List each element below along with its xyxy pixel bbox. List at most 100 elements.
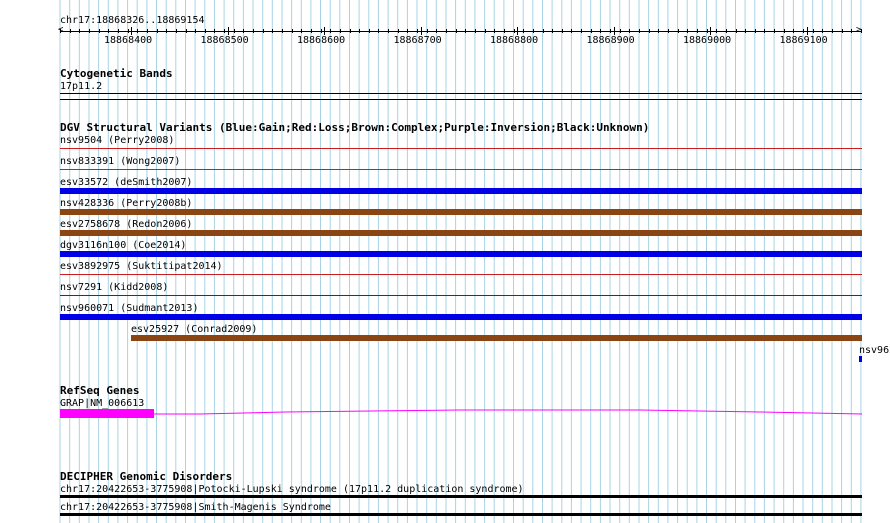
dgv-feature-label[interactable]: esv25927 (Conrad2009) [131,324,257,335]
ruler-position: chr17:18868326..18869154 [60,15,205,26]
dgv-feature-complex[interactable] [131,335,862,341]
ruler-minor-tick [523,29,525,33]
dgv-feature-gain[interactable] [60,314,862,320]
dgv-feature-label[interactable]: nsv960071 (Sudmant2013) [60,303,198,314]
ruler-minor-tick [214,29,216,33]
ruler-minor-tick [513,29,515,33]
ruler-minor-tick [822,29,824,33]
decipher-feature-label[interactable]: chr17:20422653-3775908|Potocki-Lupski sy… [60,484,524,495]
ruler-minor-tick [783,29,785,33]
dgv-feature-loss[interactable] [60,148,862,149]
refseq-intron-line[interactable] [154,409,862,415]
ruler-minor-tick [204,29,206,33]
ruler-minor-tick [745,29,747,33]
decipher-track-title[interactable]: DECIPHER Genomic Disorders [60,471,232,483]
ruler-minor-tick [648,29,650,33]
ruler-minor-tick [639,29,640,33]
ruler-minor-tick [503,29,505,33]
ruler-major-tick [131,27,132,35]
ruler-minor-tick [812,29,814,33]
decipher-feature-label[interactable]: chr17:20422653-3775908|Smith-Magenis Syn… [60,502,331,513]
ruler-major-tick [420,27,422,35]
ruler-minor-tick [417,29,418,33]
ruler-minor-tick [735,29,737,33]
dgv-edge-feature-gain[interactable] [859,356,862,362]
dgv-feature-inversion[interactable] [60,295,862,296]
ruler-minor-tick [803,29,804,33]
ruler-minor-tick [378,29,380,33]
ruler-minor-tick [195,29,197,33]
dgv-feature-gain[interactable] [60,251,862,257]
ruler-minor-tick [98,29,100,33]
ruler-minor-tick [224,29,226,33]
ruler-tick-label: 18868700 [393,35,442,46]
ruler-minor-tick [561,29,563,33]
ruler-minor-tick [301,29,303,33]
ruler-minor-tick [725,29,727,33]
ruler-minor-tick [89,29,90,33]
dgv-feature-label[interactable]: nsv9504 (Perry2008) [60,135,174,146]
cytobands-track-title[interactable]: Cytogenetic Bands [60,68,173,80]
ruler-tick-label: 18868800 [490,35,539,46]
dgv-feature-loss[interactable] [60,169,862,170]
ruler-minor-tick [349,29,351,33]
decipher-feature-bar[interactable] [60,495,862,498]
ruler-minor-tick [330,29,332,33]
dgv-feature-complex[interactable] [60,209,862,215]
ruler-minor-tick [832,29,833,33]
ruler-minor-tick [117,29,119,33]
ruler-minor-tick [851,29,853,33]
refseq-exon[interactable] [60,409,154,418]
ruler-minor-tick [484,29,486,33]
ruler-minor-tick [658,29,660,33]
dgv-feature-label[interactable]: nsv7291 (Kidd2008) [60,282,168,293]
ruler-minor-tick [716,29,718,33]
ruler-minor-tick [860,29,862,33]
ruler-minor-tick [696,29,698,33]
ruler-major-tick [710,27,711,35]
dgv-edge-feature-label[interactable]: nsv962 [859,345,890,356]
dgv-feature-complex[interactable] [60,230,862,236]
ruler-minor-tick [137,29,139,33]
dgv-track-title[interactable]: DGV Structural Variants (Blue:Gain;Red:L… [60,122,649,134]
ruler-major-tick [227,27,229,35]
ruler-minor-tick [542,29,544,33]
dgv-feature-label[interactable]: esv33572 (deSmith2007) [60,177,192,188]
ruler-tick-label: 18868600 [297,35,346,46]
ruler-minor-tick [590,29,592,33]
dgv-feature-loss[interactable] [60,274,862,275]
dgv-feature-label[interactable]: nsv428336 (Perry2008b) [60,198,192,209]
ruler-minor-tick [600,29,602,33]
dgv-feature-label[interactable]: dgv3116n100 (Coe2014) [60,240,186,251]
ruler-minor-tick [282,29,283,33]
ruler-minor-tick [146,29,148,33]
ruler-tick-label: 18869000 [683,35,732,46]
ruler-minor-tick [359,29,361,33]
ruler-minor-tick [368,29,370,33]
dgv-feature-label[interactable]: esv2758678 (Redon2006) [60,219,192,230]
ruler-minor-tick [69,29,71,33]
ruler-minor-tick [175,29,177,33]
ruler-minor-tick [774,29,776,33]
ruler-tick-label: 18868400 [104,35,153,46]
ruler-minor-tick [677,29,679,33]
dgv-feature-label[interactable]: nsv833391 (Wong2007) [60,156,180,167]
decipher-feature-bar[interactable] [60,513,862,516]
ruler-minor-tick [581,29,583,33]
ruler-major-tick [613,27,615,35]
cytoband-label[interactable]: 17p11.2 [60,81,102,92]
ruler-minor-tick [667,29,669,33]
cytoband-line-bottom [60,99,862,100]
ruler-minor-tick [841,29,843,33]
dgv-feature-label[interactable]: esv3892975 (Suktitipat2014) [60,261,223,272]
dgv-feature-gain[interactable] [60,188,862,194]
ruler-minor-tick [291,29,293,33]
ruler-minor-tick [397,29,399,33]
refseq-gene-model[interactable] [60,406,862,420]
refseq-track-title[interactable]: RefSeq Genes [60,385,139,397]
ruler-axis [60,31,862,32]
ruler-minor-tick [465,29,467,33]
ruler-minor-tick [339,29,341,33]
ruler-minor-tick [320,29,322,33]
ruler-minor-tick [474,29,476,33]
